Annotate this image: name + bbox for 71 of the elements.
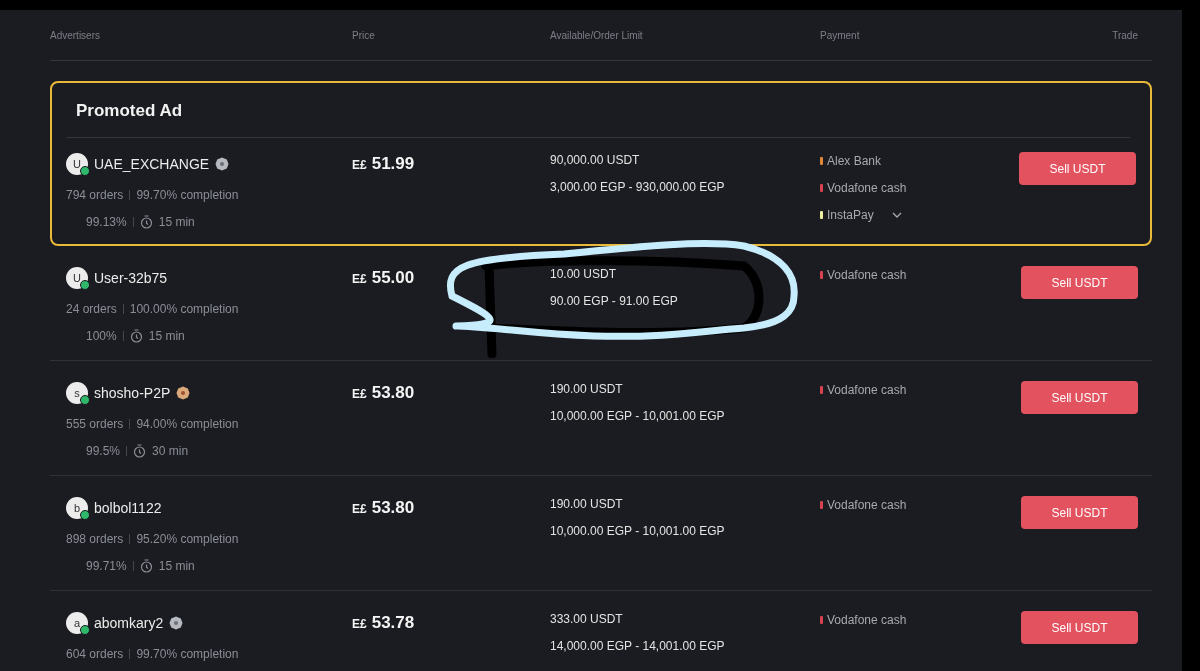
avatar: U [66,153,88,175]
completion-rate: 99.70% completion [136,187,239,202]
payment-method: Alex Bank [827,153,882,168]
payment-method: Vodafone cash [827,267,907,282]
positive-rate: 99.13% [86,214,127,229]
completion-rate: 100.00% completion [129,301,239,316]
available-amount: 190.00 USDT [550,381,624,398]
avatar: b [66,497,88,519]
column-header: Price [352,29,376,41]
release-time: 30 min [152,443,189,458]
currency-symbol: E£ [352,272,367,286]
order-limit: 90.00 EGP - 91.00 EGP [550,293,679,310]
currency-symbol: E£ [352,387,367,401]
column-header: Trade [1112,29,1138,41]
payment-method: Vodafone cash [827,382,907,397]
payment-method: Vodafone cash [827,612,907,627]
timer-icon [133,443,147,458]
sell-button[interactable]: Sell USDT [1021,496,1138,529]
release-time: 15 min [158,558,195,573]
currency-symbol: E£ [352,502,367,516]
currency-symbol: E£ [352,617,367,631]
advertiser-name[interactable]: abomkary2 [94,615,164,631]
timer-icon [139,214,153,229]
available-amount: 10.00 USDT [550,266,618,283]
order-count: 555 orders [66,416,124,431]
avatar: a [66,612,88,634]
available-amount: 90,000.00 USDT [550,152,641,169]
payment-method: Vodafone cash [827,497,907,512]
timer-icon [129,328,143,343]
price: 53.80 [371,383,415,403]
order-limit: 10,000.00 EGP - 10,001.00 EGP [550,408,726,425]
release-time: 15 min [148,328,185,343]
order-limit: 14,000.00 EGP - 14,001.00 EGP [550,638,726,655]
avatar: s [66,382,88,404]
payment-method: InstaPay [827,207,874,222]
price: 53.78 [371,613,415,633]
order-count: 604 orders [66,646,124,661]
positive-rate: 99.5% [86,443,121,458]
timer-icon [139,558,153,573]
price: 51.99 [371,154,415,174]
column-header: Available/Order Limit [550,29,644,41]
card-title: Promoted Ad [66,101,1130,138]
chevron-down-icon[interactable] [891,211,902,218]
sell-button[interactable]: Sell USDT [1021,266,1138,299]
advertiser-name[interactable]: UAE_EXCHANGE [94,156,210,172]
available-amount: 333.00 USDT [550,611,624,628]
sell-button[interactable]: Sell USDT [1021,381,1138,414]
available-amount: 190.00 USDT [550,496,624,513]
completion-rate: 94.00% completion [136,416,239,431]
order-limit: 3,000.00 EGP - 930,000.00 EGP [550,179,726,196]
price: 55.00 [371,268,415,288]
positive-rate: 100% [86,328,117,343]
order-limit: 10,000.00 EGP - 10,001.00 EGP [550,523,726,540]
completion-rate: 95.20% completion [136,531,239,546]
release-time: 15 min [158,214,195,229]
advertiser-name[interactable]: bolbol1122 [94,500,162,516]
sell-button[interactable]: Sell USDT [1021,611,1138,644]
advertiser-name[interactable]: shosho-P2P [94,385,171,401]
column-header: Payment [820,29,861,41]
sell-button[interactable]: Sell USDT [1019,152,1136,185]
currency-symbol: E£ [352,158,367,172]
advertiser-name[interactable]: User-32b75 [94,270,168,286]
order-count: 24 orders [66,301,117,316]
order-count: 794 orders [66,187,124,202]
price: 53.80 [371,498,415,518]
payment-method: Vodafone cash [827,180,907,195]
completion-rate: 99.70% completion [136,646,239,661]
column-header: Advertisers [50,29,101,41]
positive-rate: 99.71% [86,558,127,573]
avatar: U [66,267,88,289]
order-count: 898 orders [66,531,124,546]
